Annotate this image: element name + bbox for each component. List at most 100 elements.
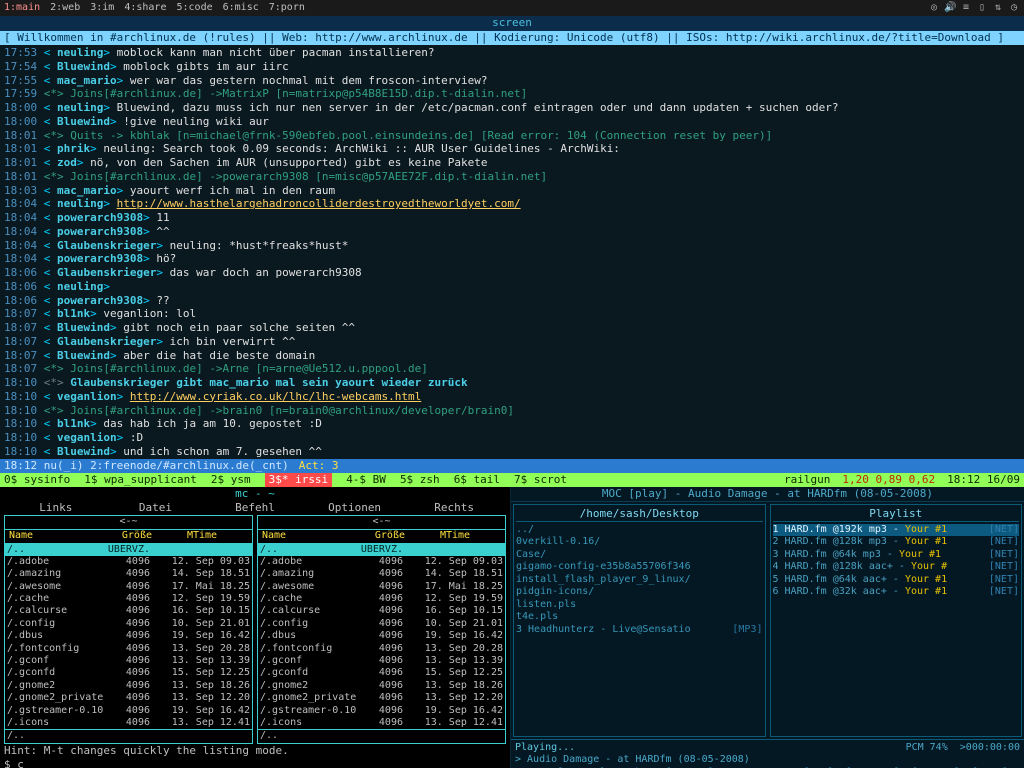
- moc-panel[interactable]: MOC [play] - Audio Damage - at HARDfm (0…: [510, 487, 1024, 768]
- irc-line: 18:04 < powerarch9308> hö?: [4, 252, 1020, 266]
- workspace-tab[interactable]: 3:im: [90, 2, 114, 15]
- irc-line: 18:04 < Glaubenskrieger> neuling: *hust*…: [4, 239, 1020, 253]
- workspace-tab[interactable]: 1:main: [4, 2, 40, 15]
- file-row[interactable]: /.fontconfig409613. Sep 20.28: [5, 643, 252, 655]
- network-icon: ⇅: [992, 2, 1004, 15]
- mc-panel[interactable]: mc - ~ LinksDateiBefehlOptionenRechts <-…: [0, 487, 510, 768]
- file-row[interactable]: /.dbus409619. Sep 16.42: [5, 630, 252, 642]
- irc-line: 18:06 < neuling>: [4, 280, 1020, 294]
- playlist-item[interactable]: 5 HARD.fm @64k aac+ - Your #1[NET]: [773, 574, 1020, 587]
- screen-statusbar: 0$ sysinfo1$ wpa_supplicant2$ ysm3$* irs…: [0, 473, 1024, 487]
- irc-line: 18:01 < zod> nö, von den Sachen im AUR (…: [4, 156, 1020, 170]
- file-row[interactable]: /.config409610. Sep 21.01: [258, 618, 505, 630]
- file-row[interactable]: /.gconf409613. Sep 13.39: [258, 655, 505, 667]
- irc-line: 18:01 <*> Quits -> kbhlak [n=michael@frn…: [4, 129, 1020, 143]
- irc-line: 17:53 < neuling> moblock kann man nicht …: [4, 46, 1020, 60]
- browser-item[interactable]: install_flash_player_9_linux/: [516, 574, 763, 587]
- irc-line: 17:54 < Bluewind> moblock gibts im aur i…: [4, 60, 1020, 74]
- mc-prompt[interactable]: $ c: [0, 758, 510, 768]
- moc-playlist[interactable]: Playlist 1 HARD.fm @192k mp3 - Your #1[N…: [770, 504, 1023, 737]
- file-row[interactable]: /.gnome2_private409613. Sep 12.20: [258, 692, 505, 704]
- globe-icon: ◎: [928, 2, 940, 15]
- browser-item[interactable]: t4e.pls: [516, 611, 763, 624]
- irc-line: 18:04 < powerarch9308> ^^: [4, 225, 1020, 239]
- file-row[interactable]: /.cache409612. Sep 19.59: [5, 593, 252, 605]
- browser-item[interactable]: ../: [516, 524, 763, 537]
- file-row[interactable]: /.gstreamer-0.10409619. Sep 16.42: [258, 705, 505, 717]
- irc-line: 18:07 < Bluewind> gibt noch ein paar sol…: [4, 321, 1020, 335]
- playlist-item[interactable]: 3 HARD.fm @64k mp3 - Your #1[NET]: [773, 549, 1020, 562]
- moc-title: MOC [play] - Audio Damage - at HARDfm (0…: [511, 487, 1024, 502]
- mc-menu-item[interactable]: Links: [6, 501, 106, 515]
- irc-line: 18:10 < veganlion> http://www.cyriak.co.…: [4, 390, 1020, 404]
- mc-menu-item[interactable]: Rechts: [404, 501, 504, 515]
- file-row[interactable]: /.icons409613. Sep 12.41: [5, 717, 252, 729]
- workspace-tab[interactable]: 6:misc: [223, 2, 259, 15]
- file-row[interactable]: /.gconfd409615. Sep 12.25: [5, 667, 252, 679]
- chart-icon: ▯: [976, 2, 988, 15]
- file-row[interactable]: /.amazing409614. Sep 18.51: [5, 568, 252, 580]
- irc-line: 18:07 < Glaubenskrieger> ich bin verwirr…: [4, 335, 1020, 349]
- file-row[interactable]: /.dbus409619. Sep 16.42: [258, 630, 505, 642]
- top-taskbar[interactable]: 1:main 2:web 3:im 4:share 5:code 6:misc 7:porn…: [0, 0, 1024, 16]
- file-row[interactable]: /.awesome409617. Mai 18.25: [258, 581, 505, 593]
- mc-menu-item[interactable]: Datei: [106, 501, 206, 515]
- file-row[interactable]: /.amazing409614. Sep 18.51: [258, 568, 505, 580]
- irc-line: 18:10 < Bluewind> und ich schon am 7. ge…: [4, 445, 1020, 459]
- mc-menu-item[interactable]: Befehl: [205, 501, 305, 515]
- playlist-item[interactable]: 6 HARD.fm @32k aac+ - Your #1[NET]: [773, 586, 1020, 599]
- tray-icons: ◎ 🔊 ≡ ▯ ⇅ ◷: [928, 2, 1020, 15]
- playlist-item[interactable]: 4 HARD.fm @128k aac+ - Your #[NET]: [773, 561, 1020, 574]
- workspace-tab[interactable]: 4:share: [124, 2, 166, 15]
- file-row[interactable]: /.gnome2_private409613. Sep 12.20: [5, 692, 252, 704]
- irc-line: 18:01 < phrik> neuling: Search took 0.09…: [4, 142, 1020, 156]
- file-row[interactable]: /.adobe409612. Sep 09.03: [258, 556, 505, 568]
- file-row[interactable]: /.gnome2409613. Sep 18.26: [5, 680, 252, 692]
- irc-line: 18:04 < powerarch9308> 11: [4, 211, 1020, 225]
- file-row[interactable]: /.gconf409613. Sep 13.39: [5, 655, 252, 667]
- browser-item[interactable]: gigamo-config-e35b8a55706f346: [516, 561, 763, 574]
- file-row[interactable]: /.fontconfig409613. Sep 20.28: [258, 643, 505, 655]
- file-row[interactable]: /.calcurse409616. Sep 10.15: [258, 605, 505, 617]
- mc-title: mc - ~: [0, 487, 510, 501]
- irc-line: 18:03 < mac_mario> yaourt werf ich mal i…: [4, 184, 1020, 198]
- irc-line: 18:10 < bl1nk> das hab ich ja am 10. gep…: [4, 417, 1020, 431]
- file-row[interactable]: /.icons409613. Sep 12.41: [258, 717, 505, 729]
- clock-icon: ◷: [1008, 2, 1020, 15]
- browser-item[interactable]: listen.pls: [516, 599, 763, 612]
- file-row[interactable]: /.awesome409617. Mai 18.25: [5, 581, 252, 593]
- mc-left-pane[interactable]: <-~ NameGrößeMTime /..ÜBERVZ. /.adobe409…: [4, 515, 253, 745]
- workspace-tab[interactable]: 2:web: [50, 2, 80, 15]
- irc-line: 18:04 < neuling> http://www.hasthelargeh…: [4, 197, 1020, 211]
- file-row[interactable]: /.calcurse409616. Sep 10.15: [5, 605, 252, 617]
- irc-line: 18:10 <*> Glaubenskrieger gibt mac_mario…: [4, 376, 1020, 390]
- workspace-tab[interactable]: 7:porn: [269, 2, 305, 15]
- irc-line: 18:10 <*> Joins[#archlinux.de] ->brain0 …: [4, 404, 1020, 418]
- moc-nowplaying: Playing... PCM 74% >000:00:00 > Audio Da…: [511, 739, 1024, 768]
- mc-menu-item[interactable]: Optionen: [305, 501, 405, 515]
- file-row[interactable]: /..ÜBERVZ.: [258, 544, 505, 556]
- irc-log[interactable]: 17:53 < neuling> moblock kann man nicht …: [0, 45, 1024, 459]
- browser-item[interactable]: Case/: [516, 549, 763, 562]
- mixer-icon: ≡: [960, 2, 972, 15]
- file-row[interactable]: /.gstreamer-0.10409619. Sep 16.42: [5, 705, 252, 717]
- browser-item[interactable]: 3 Headhunterz - Live@Sensatio[MP3]: [516, 624, 763, 637]
- playlist-item[interactable]: 2 HARD.fm @128k mp3 - Your #1[NET]: [773, 536, 1020, 549]
- mc-right-pane[interactable]: <-~ NameGrößeMTime /..ÜBERVZ. /.adobe409…: [257, 515, 506, 745]
- playlist-item[interactable]: 1 HARD.fm @192k mp3 - Your #1[NET]: [773, 524, 1020, 537]
- file-row[interactable]: /.gnome2409613. Sep 18.26: [258, 680, 505, 692]
- file-row[interactable]: /.cache409612. Sep 19.59: [258, 593, 505, 605]
- irc-line: 17:55 < mac_mario> wer war das gestern n…: [4, 74, 1020, 88]
- moc-browser[interactable]: /home/sash/Desktop ../0verkill-0.16/Case…: [513, 504, 766, 737]
- irc-line: 18:00 < Bluewind> !give neuling wiki aur: [4, 115, 1020, 129]
- irc-line: 18:06 < powerarch9308> ??: [4, 294, 1020, 308]
- file-row[interactable]: /.config409610. Sep 21.01: [5, 618, 252, 630]
- browser-item[interactable]: 0verkill-0.16/: [516, 536, 763, 549]
- browser-item[interactable]: pidgin-icons/: [516, 586, 763, 599]
- file-row[interactable]: /..ÜBERVZ.: [5, 544, 252, 556]
- mc-menu[interactable]: LinksDateiBefehlOptionenRechts: [0, 501, 510, 515]
- file-row[interactable]: /.gconfd409615. Sep 12.25: [258, 667, 505, 679]
- volume-icon: 🔊: [944, 2, 956, 15]
- workspace-tab[interactable]: 5:code: [176, 2, 212, 15]
- file-row[interactable]: /.adobe409612. Sep 09.03: [5, 556, 252, 568]
